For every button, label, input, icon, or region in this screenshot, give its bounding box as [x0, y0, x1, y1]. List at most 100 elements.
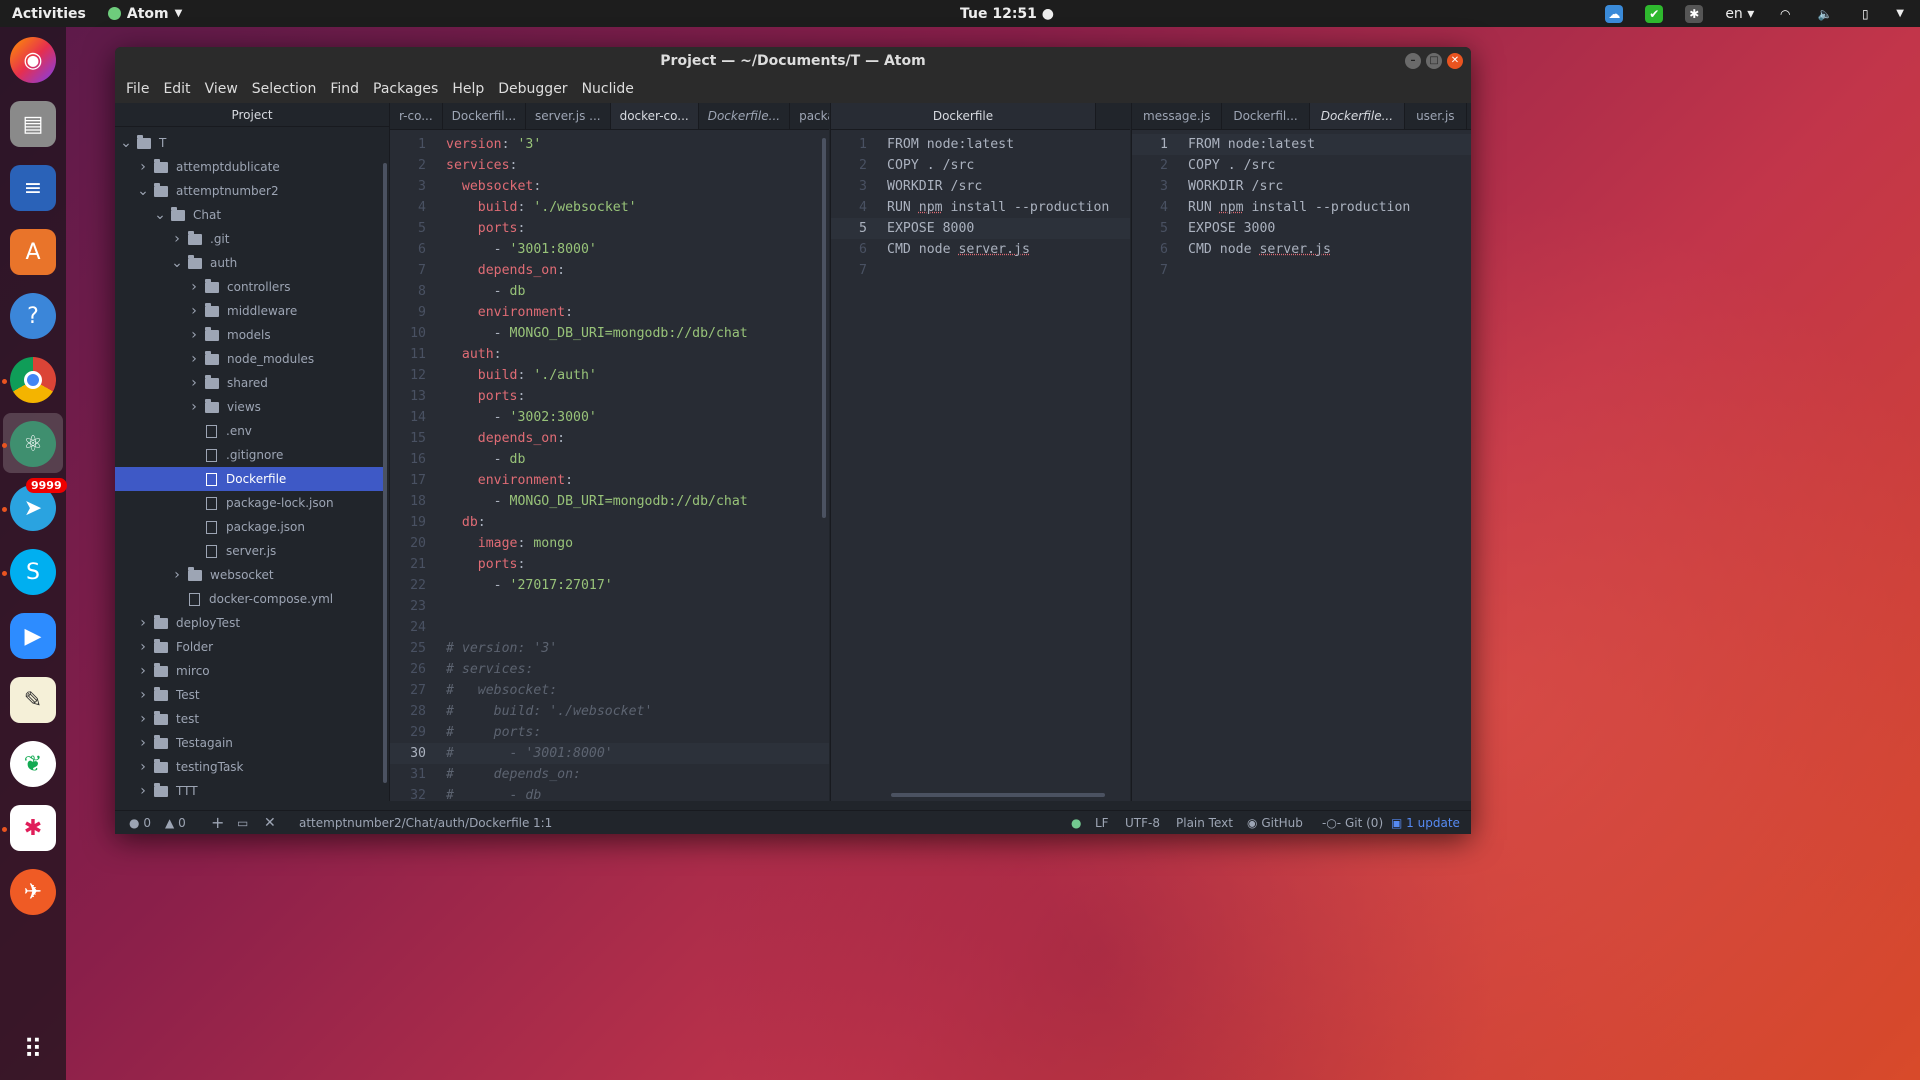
encoding[interactable]: UTF-8	[1125, 811, 1160, 834]
tree-folder-row[interactable]: › node_modules	[115, 347, 383, 371]
chrome-icon[interactable]	[10, 357, 56, 403]
line-number[interactable]: 26	[390, 659, 426, 680]
editor-tab[interactable]: package.j	[790, 103, 829, 129]
tree-folder-row[interactable]: › views	[115, 395, 383, 419]
line-number[interactable]: 16	[390, 449, 426, 470]
editor-tab[interactable]: user.js	[1405, 103, 1467, 129]
line-number[interactable]: 14	[390, 407, 426, 428]
menu-nuclide[interactable]: Nuclide	[575, 81, 641, 97]
editor-tab[interactable]: Dockerfil...	[443, 103, 527, 129]
line-number[interactable]: 4	[831, 197, 867, 218]
mongodb-icon[interactable]: ❦	[10, 741, 56, 787]
editor-tab[interactable]: message.js	[1132, 103, 1223, 129]
wifi-icon[interactable]: ◠	[1776, 5, 1794, 23]
weather-tray-icon[interactable]: ☁	[1605, 4, 1624, 23]
tree-folder-row[interactable]: › models	[115, 323, 383, 347]
line-number[interactable]: 24	[390, 617, 426, 638]
software-icon[interactable]: A	[10, 229, 56, 275]
menu-edit[interactable]: Edit	[156, 81, 197, 97]
line-number[interactable]: 32	[390, 785, 426, 801]
chevron-right-icon[interactable]: ›	[187, 375, 201, 391]
line-number[interactable]: 9	[390, 302, 426, 323]
help-icon[interactable]: ?	[10, 293, 56, 339]
line-number[interactable]: 22	[390, 575, 426, 596]
line-number[interactable]: 18	[390, 491, 426, 512]
chevron-right-icon[interactable]: ›	[136, 687, 150, 703]
clock[interactable]: Tue 12:51 ●	[960, 6, 1054, 22]
line-number[interactable]: 6	[831, 239, 867, 260]
chevron-down-icon[interactable]: ⌄	[136, 183, 150, 199]
tree-folder-row[interactable]: ⌄ auth	[115, 251, 383, 275]
code-area[interactable]: 1 FROM node:latest 2 COPY . /src 3 WORKDIR /s…	[831, 130, 1130, 801]
tree-folder-row[interactable]: ⌄ T	[115, 131, 383, 155]
chevron-right-icon[interactable]: ›	[136, 759, 150, 775]
editor-tab[interactable]: server.js ...	[526, 103, 611, 129]
maximize-button[interactable]: □	[1426, 53, 1442, 69]
code-area[interactable]: 1 FROM node:latest 2 COPY . /src 3 WORKDIR /s…	[1132, 130, 1471, 801]
update-button[interactable]: ▣ 1 update	[1391, 811, 1460, 834]
editor-tab[interactable]: Dockerfile...	[699, 103, 791, 129]
terminal-icon[interactable]: ▭	[237, 811, 248, 834]
chevron-right-icon[interactable]: ›	[187, 303, 201, 319]
menu-help[interactable]: Help	[445, 81, 491, 97]
tree-folder-row[interactable]: › TTT	[115, 779, 383, 803]
line-number[interactable]: 23	[390, 596, 426, 617]
chevron-right-icon[interactable]: ›	[136, 783, 150, 799]
editor-tab[interactable]: docker-co...	[610, 103, 699, 129]
volume-icon[interactable]: 🔈	[1816, 5, 1834, 23]
tree-folder-row[interactable]: › Folder	[115, 635, 383, 659]
tree-folder-row[interactable]: › shared	[115, 371, 383, 395]
tree-header[interactable]: Project	[115, 103, 389, 127]
chevron-right-icon[interactable]: ›	[187, 351, 201, 367]
tree-folder-row[interactable]: › .git	[115, 227, 383, 251]
chevron-right-icon[interactable]: ›	[187, 327, 201, 343]
line-number[interactable]: 7	[831, 260, 867, 281]
chevron-down-icon[interactable]: ⌄	[153, 207, 167, 223]
line-number[interactable]: 4	[390, 197, 426, 218]
line-number[interactable]: 20	[390, 533, 426, 554]
chevron-right-icon[interactable]: ›	[136, 663, 150, 679]
files-icon[interactable]: ▤	[10, 101, 56, 147]
tree-folder-row[interactable]: › controllers	[115, 275, 383, 299]
line-number[interactable]: 29	[390, 722, 426, 743]
git-button[interactable]: -○- Git (0)	[1322, 811, 1383, 834]
notes-icon[interactable]: ✎	[10, 677, 56, 723]
add-icon[interactable]: +	[211, 811, 224, 834]
line-number[interactable]: 2	[390, 155, 426, 176]
tree-folder-row[interactable]: › mirco	[115, 659, 383, 683]
line-number[interactable]: 17	[390, 470, 426, 491]
file-path[interactable]: attemptnumber2/Chat/auth/Dockerfile	[299, 811, 529, 834]
tree-folder-row[interactable]: ⌄ Chat	[115, 203, 383, 227]
chevron-right-icon[interactable]: ›	[136, 735, 150, 751]
line-number[interactable]: 11	[390, 344, 426, 365]
tree-file-row[interactable]: server.js	[115, 539, 383, 563]
menu-selection[interactable]: Selection	[245, 81, 324, 97]
system-menu-chevron-icon[interactable]: ▼	[1896, 8, 1904, 19]
line-number[interactable]: 5	[831, 218, 867, 239]
language-indicator[interactable]: en ▾	[1725, 6, 1754, 22]
line-number[interactable]: 3	[1132, 176, 1168, 197]
github-button[interactable]: ◉ GitHub	[1247, 811, 1303, 834]
tree-folder-row[interactable]: › Test	[115, 683, 383, 707]
line-number[interactable]: 1	[390, 134, 426, 155]
writer-icon[interactable]: ≡	[10, 165, 56, 211]
line-number[interactable]: 3	[831, 176, 867, 197]
zoom-icon[interactable]: ▶	[10, 613, 56, 659]
line-number[interactable]: 25	[390, 638, 426, 659]
menu-file[interactable]: File	[119, 81, 156, 97]
line-number[interactable]: 6	[1132, 239, 1168, 260]
line-number[interactable]: 1	[1132, 134, 1168, 155]
chevron-right-icon[interactable]: ›	[170, 231, 184, 247]
tree-folder-row[interactable]: › deployTest	[115, 611, 383, 635]
line-number[interactable]: 7	[1132, 260, 1168, 281]
tree-folder-row[interactable]: › websocket	[115, 563, 383, 587]
line-number[interactable]: 15	[390, 428, 426, 449]
chevron-down-icon[interactable]: ⌄	[170, 255, 184, 271]
grammar[interactable]: Plain Text	[1176, 811, 1233, 834]
menu-find[interactable]: Find	[323, 81, 366, 97]
tree-folder-row[interactable]: › testingTask	[115, 755, 383, 779]
window-titlebar[interactable]: Project — ~/Documents/T — Atom – □ ✕	[115, 47, 1471, 75]
tree-folder-row[interactable]: › Testagain	[115, 731, 383, 755]
line-number[interactable]: 4	[1132, 197, 1168, 218]
line-number[interactable]: 30	[390, 743, 426, 764]
